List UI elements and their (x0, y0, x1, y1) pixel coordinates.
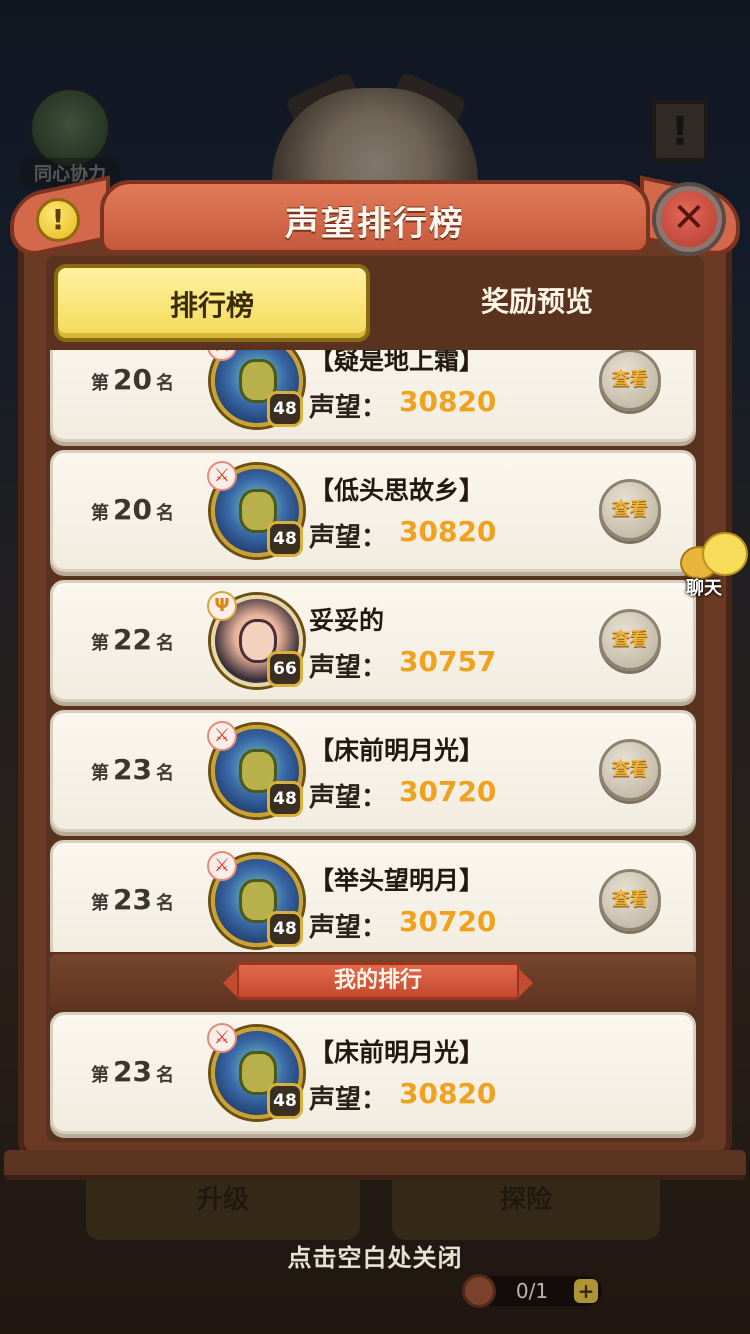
my-rank-header: 我的排行 (223, 962, 533, 1000)
tab-reward-preview[interactable]: 奖励预览 (376, 264, 698, 342)
view-button[interactable]: 查看 (599, 609, 661, 671)
reputation-label: 声望： (309, 653, 388, 683)
reputation-value: 30820 (399, 515, 497, 548)
view-button[interactable]: 查看 (599, 350, 661, 411)
reputation-label: 声望： (309, 913, 388, 943)
level-badge: 48 (267, 521, 303, 557)
stamina-value: 0/1 (515, 1279, 549, 1303)
warrior-class-icon: ⚔ (207, 851, 237, 881)
rank-label: 第 22 名 (91, 623, 174, 656)
info-button[interactable]: ! (36, 198, 80, 242)
rank-label: 第 23 名 (91, 753, 174, 786)
my-rank-row: 第 23 名 ⚔ 48 【床前明月光】 声望： 30820 (50, 1012, 696, 1134)
level-badge: 48 (267, 911, 303, 947)
reputation-value: 30720 (399, 905, 497, 938)
add-stamina-button[interactable]: + (574, 1279, 598, 1303)
rank-label: 第 23 名 (91, 883, 174, 916)
level-badge: 48 (267, 391, 303, 427)
list-item: 第 23 名 ⚔ 48 【举头望明月】 声望： 30720 查看 (50, 840, 696, 952)
ranking-list[interactable]: 第20名 ⚔ 48 【疑是地上霜】 声望： 30820 查看 第20名 ⚔ 48… (50, 350, 696, 952)
player-name: 【床前明月光】 (309, 1038, 485, 1067)
player-name: 【举头望明月】 (309, 866, 485, 895)
view-button[interactable]: 查看 (599, 739, 661, 801)
reputation-value: 30820 (399, 385, 497, 418)
reputation-label: 声望： (309, 393, 388, 423)
meat-icon (462, 1274, 496, 1308)
reputation-label: 声望： (309, 523, 388, 553)
reputation-value: 30820 (399, 1077, 497, 1110)
reputation-value: 30757 (399, 645, 497, 678)
warrior-class-icon: ⚔ (207, 721, 237, 751)
list-item: 第20名 ⚔ 48 【疑是地上霜】 声望： 30820 查看 (50, 350, 696, 442)
panel-base (4, 1150, 746, 1180)
view-button[interactable]: 查看 (599, 479, 661, 541)
player-name: 妥妥的 (309, 606, 385, 635)
reputation-label: 声望： (309, 1085, 388, 1115)
level-badge: 48 (267, 1083, 303, 1119)
warrior-class-icon: ⚔ (207, 461, 237, 491)
chat-label[interactable]: 聊天 (686, 574, 722, 600)
list-item: 第 20 名 ⚔ 48 【低头思故乡】 声望： 30820 查看 (50, 450, 696, 572)
view-button[interactable]: 查看 (599, 869, 661, 931)
reputation-label: 声望： (309, 783, 388, 813)
stamina-counter: 0/1 + (462, 1274, 602, 1308)
panel-title: 声望排行榜 (285, 204, 465, 244)
level-badge: 66 (267, 651, 303, 687)
rank-label: 第 20 名 (91, 493, 174, 526)
trident-class-icon: Ψ (207, 591, 237, 621)
warrior-class-icon: ⚔ (207, 1023, 237, 1053)
list-item: 第 22 名 Ψ 66 妥妥的 声望： 30757 查看 (50, 580, 696, 702)
list-item: 第 23 名 ⚔ 48 【床前明月光】 声望： 30720 查看 (50, 710, 696, 832)
close-button[interactable]: ✕ (656, 186, 722, 252)
reputation-value: 30720 (399, 775, 497, 808)
level-badge: 48 (267, 781, 303, 817)
tab-leaderboard[interactable]: 排行榜 (54, 264, 370, 342)
player-name: 【床前明月光】 (309, 736, 485, 765)
rank-label: 第 23 名 (91, 1055, 174, 1088)
player-name: 【疑是地上霜】 (309, 350, 485, 375)
close-hint: 点击空白处关闭 (287, 1244, 463, 1272)
rank-label: 第 20 名 (91, 363, 174, 396)
player-name: 【低头思故乡】 (309, 476, 485, 505)
